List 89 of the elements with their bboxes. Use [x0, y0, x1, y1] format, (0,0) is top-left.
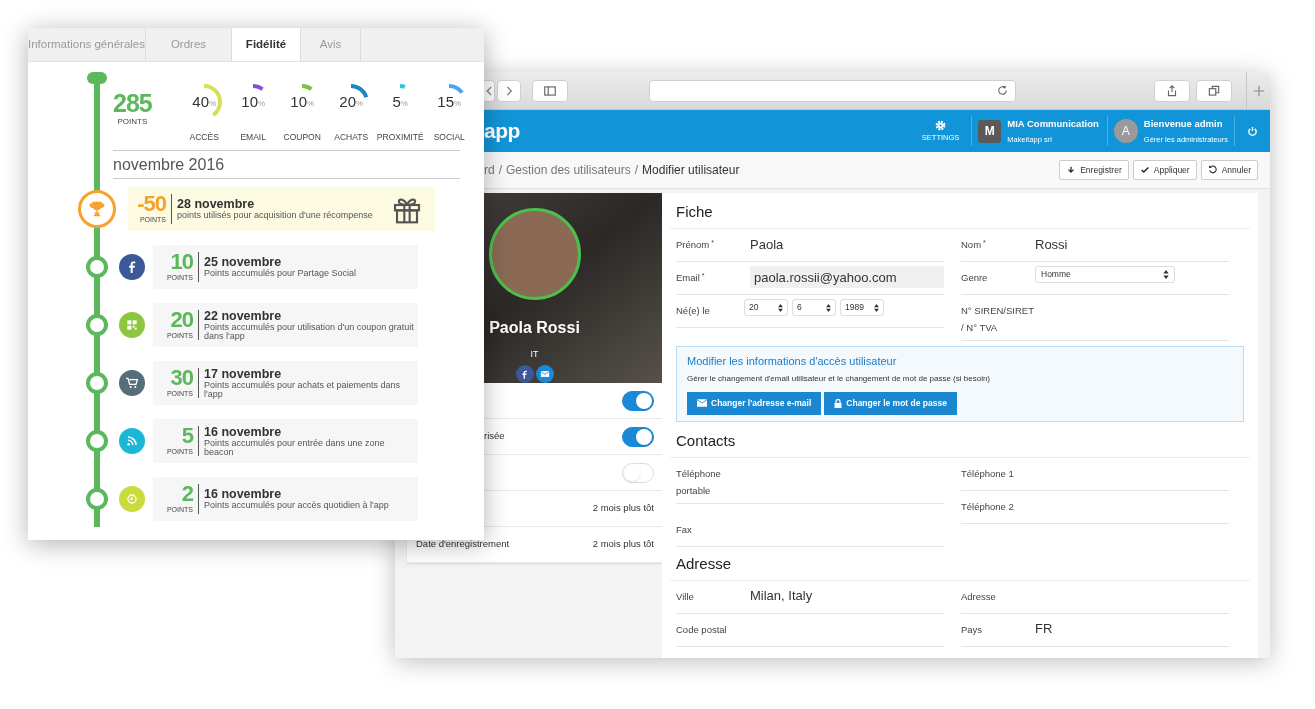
field-label: Pays	[961, 623, 983, 635]
gauge-value: 40	[192, 91, 209, 112]
gender-select[interactable]: Homme	[1035, 266, 1175, 283]
input-field[interactable]: Milan, Italy	[750, 584, 930, 607]
date-select[interactable]: 1989	[840, 299, 884, 316]
field-label: Email	[676, 272, 700, 283]
date-select[interactable]: 20	[744, 299, 788, 316]
company-avatar: M	[978, 119, 1002, 143]
points-value: 5	[181, 424, 193, 447]
points-value: 30	[170, 366, 193, 389]
points-value: 10	[170, 250, 193, 273]
gauge-value: 5	[392, 91, 401, 112]
breadcrumb-item[interactable]: rd	[484, 161, 495, 179]
field-label: Prénom	[676, 239, 710, 250]
gauge-unit: %	[209, 99, 217, 110]
gauge-value: 15	[437, 91, 454, 112]
date-select[interactable]: 6	[792, 299, 836, 316]
field-label: Nom	[961, 239, 982, 250]
gauge-label: SOCIAL	[433, 131, 465, 144]
gauge-label: ACCÈS	[189, 131, 219, 144]
field-label: Téléphone 1	[961, 467, 1014, 479]
field-label: Genre	[961, 272, 988, 283]
gauge-label: COUPON	[283, 131, 321, 144]
entry-description: points utilisés pour acquisition d'une récompense	[177, 211, 374, 221]
field-label: Né(e) le	[676, 305, 710, 316]
month-heading: novembre 2016	[113, 154, 226, 175]
field-label: Téléphone 2	[961, 500, 1014, 512]
user-greeting: Bienvenue admin	[1143, 116, 1224, 131]
setting-value: 2 mois plus tôt	[592, 537, 654, 552]
breadcrumb-item[interactable]: Gestion des utilisateurs	[506, 161, 631, 179]
entry-date: 25 novembre	[204, 255, 283, 270]
gauge-value: 10	[241, 91, 258, 112]
points-value: 2	[181, 482, 193, 505]
panel-description: Gérer le changement d'email utilisateur et le changement de mot de passe (si besoin)	[687, 372, 992, 385]
field-label: Ville	[676, 590, 694, 602]
field-label: Code postal	[676, 623, 727, 635]
setting-label: risée	[484, 429, 505, 444]
cancel-button[interactable]: Annuler	[1200, 160, 1258, 180]
field-label: Adresse	[961, 590, 996, 602]
section-title: Contacts	[670, 423, 1250, 458]
entry-date: 17 novembre	[204, 366, 283, 381]
entry-date: 28 novembre	[177, 197, 255, 212]
breadcrumb-item[interactable]: /	[498, 161, 502, 179]
section-title: Adresse	[670, 546, 1250, 581]
email-field[interactable]: paola.rossii@yahoo.com	[750, 266, 944, 288]
gauge-unit: %	[454, 99, 462, 110]
save-button[interactable]: Enregistrer	[1059, 160, 1129, 180]
input-field[interactable]: FR	[1035, 617, 1215, 640]
gauge-unit: %	[356, 99, 364, 110]
entry-date: 16 novembre	[204, 487, 283, 502]
field-label: N° SIREN/SIRET / N° TVA	[961, 305, 1034, 333]
gauge-unit: %	[400, 99, 408, 110]
input-field[interactable]: Rossi	[1035, 233, 1215, 255]
change-password-button[interactable]: Changer le mot de passe	[824, 391, 957, 415]
section-title: Fiche	[670, 195, 1250, 229]
breadcrumb-current: Modifier utilisateur	[642, 162, 740, 179]
breadcrumb-item[interactable]: /	[634, 161, 639, 179]
setting-value: 2 mois plus tôt	[592, 501, 654, 516]
company-name: MIA Communication	[1007, 116, 1099, 131]
apply-button[interactable]: Appliquer	[1132, 160, 1197, 180]
user-avatar: A	[1113, 119, 1138, 143]
panel-title: Modifier les informations d'accès utilisateur	[687, 354, 898, 369]
entry-date: 16 novembre	[204, 424, 283, 439]
profile-name: Paola Rossi	[489, 317, 580, 338]
entry-date: 22 novembre	[204, 308, 283, 323]
entry-description: Points accumulés pour Partage Social	[204, 269, 358, 279]
points-unit: POINTS	[117, 116, 148, 128]
tab[interactable]: Fidélité	[232, 28, 301, 61]
input-field[interactable]: Paola	[750, 233, 930, 255]
gauge-label: PROXIMITÉ	[376, 131, 424, 144]
gauge-label: EMAIL	[240, 131, 266, 144]
gauge-value: 10	[290, 91, 307, 112]
field-label: Téléphone portable	[676, 467, 721, 496]
gauge-label: ACHATS	[334, 131, 369, 144]
setting-label: Date d'enregistrement	[416, 537, 510, 552]
entry-description: Points accumulés pour utilisation d'un coupon gratuit dans l'app	[204, 322, 414, 341]
entry-description: Points accumulés pour entrée dans une zone beacon	[204, 438, 386, 457]
app-logo: app	[484, 118, 520, 145]
gauge-unit: %	[258, 99, 266, 110]
points-total: 285	[113, 90, 152, 116]
entry-description: Points accumulés pour accès quotidien à l'app	[204, 501, 390, 511]
entry-description: Points accumulés pour achats et paiements dans l'app	[204, 380, 402, 399]
profile-country: IT	[530, 347, 539, 361]
field-label: Fax	[676, 523, 692, 535]
gauge-value: 20	[339, 91, 356, 112]
change-email-button[interactable]: Changer l'adresse e-mail	[687, 391, 822, 415]
gauge-unit: %	[307, 99, 315, 110]
points-value: -50	[137, 192, 166, 215]
points-value: 20	[170, 308, 193, 331]
